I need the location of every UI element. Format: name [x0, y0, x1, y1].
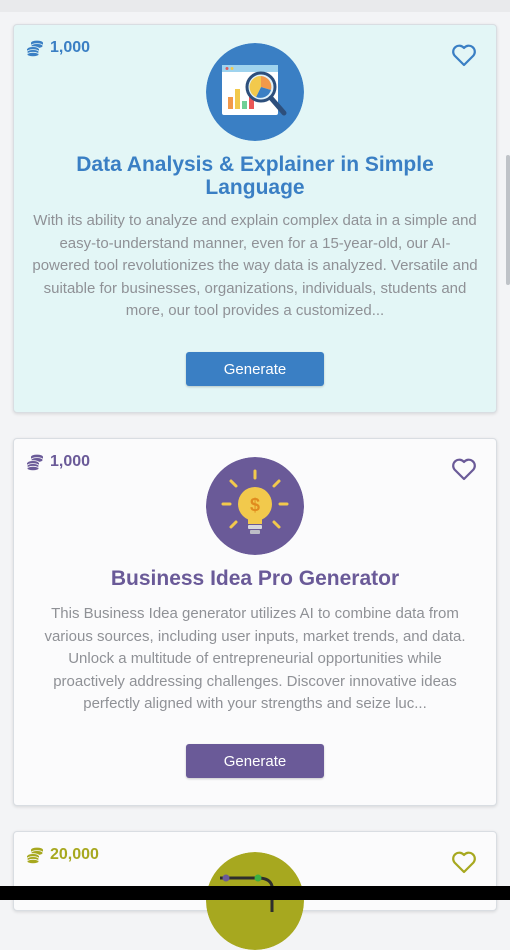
coin-cost-value: 1,000: [50, 39, 91, 56]
card-title: Data Analysis & Explainer in Simple Lang…: [76, 153, 434, 199]
top-strip: [0, 0, 510, 12]
coins-icon: [26, 40, 44, 57]
card-description: This Business Idea generator utilizes AI…: [44, 605, 466, 712]
coins-icon: [26, 454, 44, 471]
route-path-icon: [206, 852, 304, 950]
coins-icon: [26, 847, 44, 864]
data-analysis-magnifier-icon: [206, 43, 304, 141]
favorite-heart-icon[interactable]: [450, 848, 478, 876]
coin-cost-value: 1,000: [50, 453, 91, 470]
favorite-heart-icon[interactable]: [450, 455, 478, 483]
generate-button[interactable]: Generate: [186, 744, 324, 778]
tool-card-business-idea[interactable]: 1,000 $ Business Idea Pro Generator This…: [13, 438, 497, 806]
tool-card-data-analysis[interactable]: 1,000 Data Analysis & Explainer in Simpl…: [13, 24, 497, 413]
svg-text:$: $: [250, 495, 260, 515]
lightbulb-dollar-icon: $: [206, 457, 304, 555]
favorite-heart-icon[interactable]: [450, 41, 478, 69]
card-description: With its ability to analyze and explain …: [32, 212, 478, 319]
generate-button[interactable]: Generate: [186, 352, 324, 386]
coin-cost-value: 20,000: [50, 846, 99, 863]
card-title: Business Idea Pro Generator: [110, 567, 400, 590]
coin-cost: 1,000: [26, 39, 90, 57]
system-nav-bar: [0, 886, 510, 900]
coin-cost: 1,000: [26, 453, 90, 471]
scrollbar[interactable]: [506, 155, 510, 285]
coin-cost: 20,000: [26, 846, 99, 864]
